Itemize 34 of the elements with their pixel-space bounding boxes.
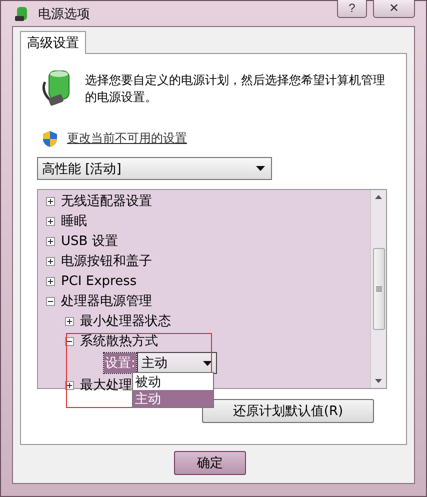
plan-dropdown[interactable]: 高性能 [活动] (37, 157, 272, 180)
tree-item[interactable]: USB 设置 (61, 232, 118, 250)
expand-icon[interactable] (46, 236, 55, 246)
intro-text: 选择您要自定义的电源计划，然后选择您希望计算机管理的电源设置。 (85, 72, 385, 106)
expand-icon[interactable] (65, 316, 74, 326)
tree-item[interactable]: 最小处理器状态 (80, 312, 171, 330)
restore-defaults-button[interactable]: 还原计划默认值(R) (202, 399, 374, 423)
tree-item[interactable]: 处理器电源管理 (61, 292, 152, 310)
expand-icon[interactable] (46, 196, 55, 206)
grip-icon (376, 286, 382, 292)
scrollbar[interactable] (370, 190, 386, 388)
setting-dropdown[interactable]: 主动 (137, 352, 218, 374)
window-title: 电源选项 (38, 6, 91, 22)
close-button[interactable]: ✕ (373, 0, 415, 18)
collapse-icon[interactable] (46, 296, 55, 306)
scroll-thumb[interactable] (372, 248, 384, 330)
help-button[interactable]: ? (337, 0, 367, 18)
expand-icon[interactable] (46, 276, 55, 286)
caret-icon (203, 360, 212, 366)
tree-item[interactable]: 无线适配器设置 (61, 192, 152, 210)
expand-icon[interactable] (46, 256, 55, 266)
tree-item[interactable]: 睡眠 (61, 212, 87, 230)
tree-item[interactable]: 最大处理 (80, 376, 132, 394)
ok-button[interactable]: 确定 (174, 451, 246, 475)
shield-icon (43, 131, 57, 147)
tree-item[interactable]: 系统散热方式 (80, 332, 158, 350)
tree-item[interactable]: PCI Express (61, 274, 137, 288)
change-settings-link[interactable]: 更改当前不可用的设置 (67, 130, 187, 147)
tab[interactable]: 高级设置 (20, 31, 86, 54)
dropdown-option[interactable]: 主动 (133, 390, 213, 407)
caret-icon (256, 166, 265, 171)
expand-icon[interactable] (46, 216, 55, 226)
setting-label: 设置: (104, 353, 136, 373)
tree-item[interactable]: 电源按钮和盖子 (61, 252, 152, 270)
